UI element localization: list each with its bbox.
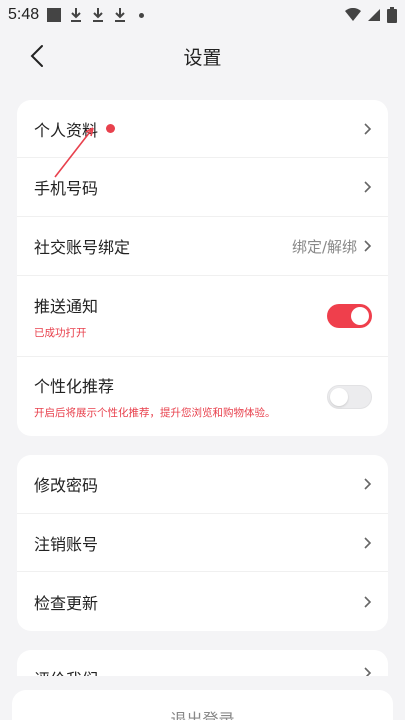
logout-button[interactable]: 退出登录 xyxy=(12,690,393,720)
row-label: 个性化推荐 xyxy=(34,377,115,396)
row-label: 检查更新 xyxy=(34,593,99,613)
row-right xyxy=(327,304,372,328)
header: 设置 xyxy=(0,36,405,76)
status-bar: 5:48 xyxy=(0,0,405,30)
row-right xyxy=(363,536,372,550)
row-right: 绑定/解绑 xyxy=(292,236,372,257)
row-text: 个性化推荐 开启后将展示个性化推荐，提升您浏览和购物体验。 xyxy=(34,373,276,420)
toggle-knob xyxy=(330,387,348,406)
row-label: 评价我们 xyxy=(34,666,98,676)
row-subtitle: 已成功打开 xyxy=(34,326,87,339)
row-subtitle: 开启后将展示个性化推荐，提升您浏览和购物体验。 xyxy=(34,407,276,419)
row-label: 社交账号绑定 xyxy=(34,238,131,257)
download-icon xyxy=(93,8,104,22)
page-title: 设置 xyxy=(183,46,222,69)
personalized-recommend-toggle[interactable] xyxy=(327,384,372,409)
back-button[interactable] xyxy=(22,40,52,72)
status-time: 5:48 xyxy=(8,6,40,23)
chevron-right-icon xyxy=(364,122,372,135)
toggle-knob xyxy=(351,307,369,325)
row-right xyxy=(363,666,372,676)
row-personal-info[interactable]: 个人资料 xyxy=(17,100,388,158)
chevron-right-icon xyxy=(364,478,372,490)
chevron-right-icon xyxy=(364,240,372,252)
logout-label: 退出登录 xyxy=(170,710,235,720)
row-social-binding[interactable]: 社交账号绑定 绑定/解绑 xyxy=(17,217,388,276)
row-label: 个人资料 xyxy=(34,120,99,140)
status-right xyxy=(345,7,397,23)
binding-status: 绑定/解绑 xyxy=(291,237,357,256)
row-label: 推送通知 xyxy=(34,296,99,316)
chevron-right-icon xyxy=(364,181,372,193)
row-check-update[interactable]: 检查更新 xyxy=(17,572,388,631)
row-rate-us[interactable]: 评价我们 xyxy=(17,650,388,676)
row-label: 修改密码 xyxy=(34,476,99,495)
battery-icon xyxy=(387,7,397,23)
chevron-right-icon xyxy=(364,536,372,549)
download-icon xyxy=(115,8,126,22)
settings-card-security: 修改密码 注销账号 检查更新 xyxy=(17,455,388,631)
signal-icon xyxy=(368,9,380,21)
row-label: 手机号码 xyxy=(34,179,99,198)
row-delete-account[interactable]: 注销账号 xyxy=(17,514,388,572)
row-phone[interactable]: 手机号码 xyxy=(17,158,388,217)
settings-card-other: 评价我们 xyxy=(17,650,388,676)
row-text: 推送通知 已成功打开 xyxy=(34,293,98,340)
notification-square-icon xyxy=(47,8,62,22)
row-personalized-recommend: 个性化推荐 开启后将展示个性化推荐，提升您浏览和购物体验。 xyxy=(17,357,388,436)
download-icon xyxy=(71,8,82,22)
status-left: 5:48 xyxy=(8,6,145,24)
row-right xyxy=(327,384,372,409)
row-push-notification: 推送通知 已成功打开 xyxy=(17,276,388,357)
more-notifications-icon xyxy=(139,12,145,18)
settings-card-account: 个人资料 手机号码 社交账号绑定 绑定/解绑 推送通知 已成功打开 个性化推荐 … xyxy=(17,100,388,436)
row-right xyxy=(363,180,372,194)
wifi-icon xyxy=(345,8,361,21)
chevron-right-icon xyxy=(364,667,372,676)
push-notification-toggle[interactable] xyxy=(327,304,372,328)
chevron-right-icon xyxy=(364,595,372,608)
row-right xyxy=(363,122,372,136)
row-change-password[interactable]: 修改密码 xyxy=(17,455,388,514)
new-badge-dot xyxy=(106,124,116,133)
row-label: 注销账号 xyxy=(34,534,99,554)
row-right xyxy=(363,595,372,609)
back-arrow-icon xyxy=(30,45,43,67)
row-right xyxy=(363,477,372,491)
